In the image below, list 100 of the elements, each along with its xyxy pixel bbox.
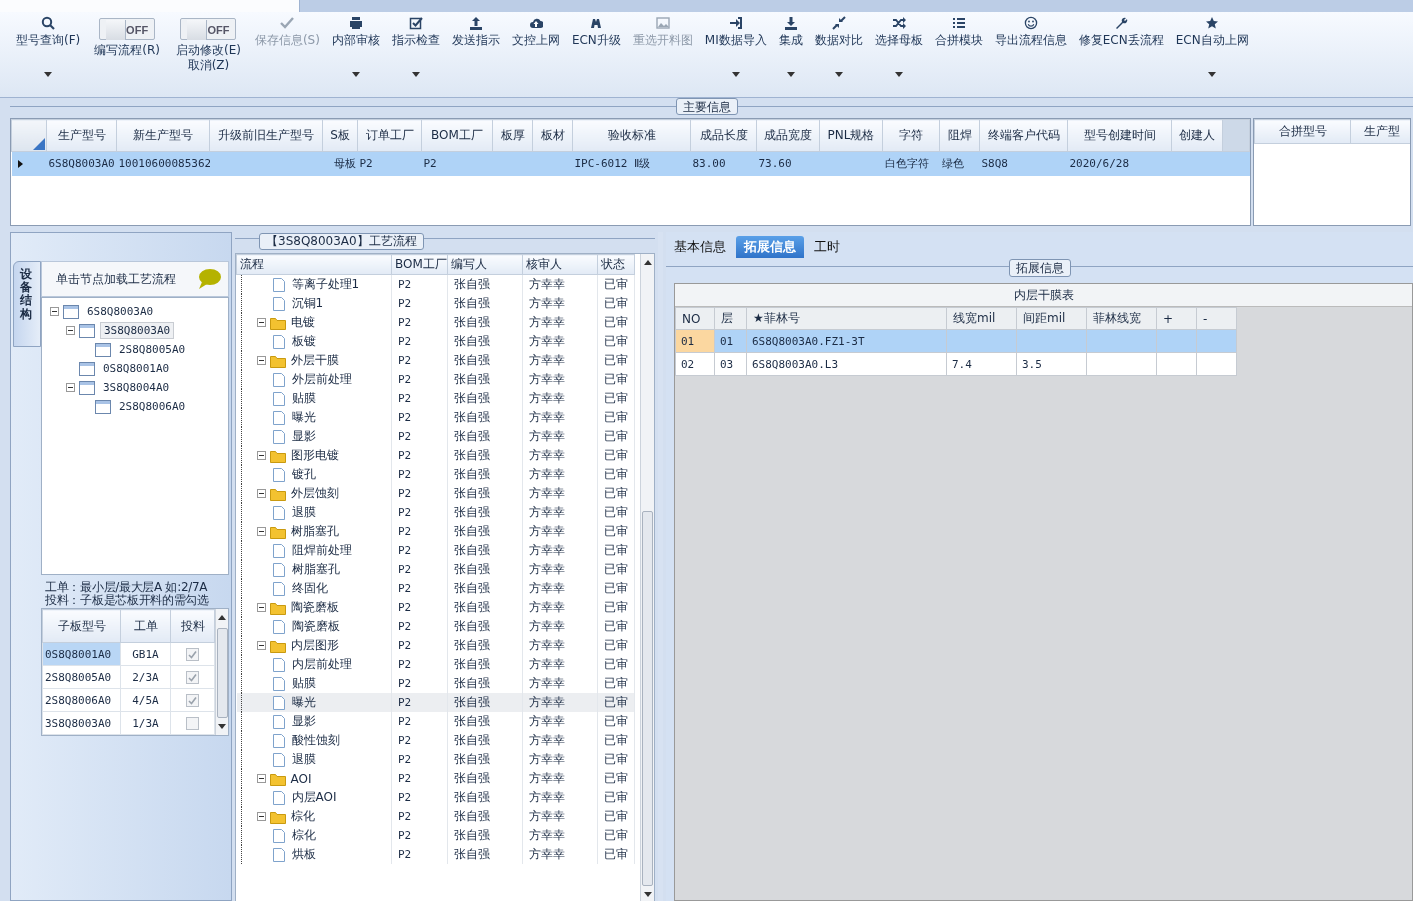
toolbar-button[interactable]: 发送指示 — [445, 12, 506, 97]
process-step[interactable]: 树脂塞孔 — [291, 561, 340, 578]
column-header[interactable]: 状态 — [597, 254, 635, 275]
process-step[interactable]: 曝光 — [291, 694, 316, 711]
process-step[interactable]: 终固化 — [291, 580, 328, 597]
process-step[interactable]: 贴膜 — [291, 390, 316, 407]
column-header[interactable]: ★菲林号 — [746, 307, 947, 330]
column-header[interactable]: S板 — [322, 119, 358, 152]
column-header[interactable]: 新生产型号 — [116, 119, 210, 152]
tab[interactable]: 拓展信息 — [736, 236, 804, 258]
toolbar-button[interactable]: 数据对比 — [808, 12, 869, 97]
expander-icon[interactable] — [256, 356, 266, 365]
process-step[interactable]: 外层干膜 — [290, 352, 339, 369]
toolbar-button[interactable]: 选择母板 — [868, 12, 929, 97]
process-step[interactable]: 烘板 — [291, 846, 316, 863]
toolbar-button[interactable]: 型号查询(F) — [10, 12, 87, 97]
column-header[interactable]: 生产型 — [1350, 119, 1410, 144]
column-header[interactable]: 板材 — [532, 119, 573, 152]
checkbox[interactable] — [186, 670, 199, 684]
tab[interactable]: 工时 — [806, 236, 848, 258]
column-header[interactable]: + — [1156, 307, 1197, 330]
process-step[interactable]: 退膜 — [291, 751, 316, 768]
process-step[interactable]: 沉铜1 — [291, 295, 324, 312]
process-step[interactable]: 贴膜 — [291, 675, 316, 692]
column-header[interactable]: 工单 — [120, 609, 171, 643]
scrollbar[interactable] — [215, 609, 228, 735]
column-header[interactable]: 编写人 — [447, 254, 523, 275]
column-header[interactable]: 字符 — [882, 119, 940, 152]
expander-icon[interactable] — [256, 774, 266, 783]
process-step[interactable]: 镀孔 — [291, 466, 316, 483]
process-step[interactable]: 板镀 — [291, 333, 316, 350]
checkbox[interactable] — [186, 648, 199, 662]
column-header[interactable]: 终端客户代码 — [979, 119, 1068, 152]
process-step[interactable]: 电镀 — [290, 314, 315, 331]
toolbar-button[interactable]: 内部审核 — [325, 12, 386, 97]
process-step[interactable]: 外层蚀刻 — [290, 485, 339, 502]
column-header[interactable]: 间距mil — [1016, 307, 1087, 330]
process-step[interactable]: 酸性蚀刻 — [291, 732, 340, 749]
expander-icon[interactable] — [256, 451, 266, 460]
process-step[interactable]: 外层前处理 — [291, 371, 352, 388]
toolbar-button[interactable]: 集成 — [772, 12, 809, 97]
column-header[interactable]: 型号创建时间 — [1067, 119, 1172, 152]
process-step[interactable]: AOI — [290, 771, 312, 786]
process-step[interactable]: 棕化 — [290, 808, 315, 825]
process-step[interactable]: 陶瓷磨板 — [290, 599, 339, 616]
process-step[interactable]: 退膜 — [291, 504, 316, 521]
expander-icon[interactable] — [256, 812, 266, 821]
process-step[interactable]: 棕化 — [291, 827, 316, 844]
column-header[interactable]: 子板型号 — [42, 609, 121, 643]
column-header[interactable]: 升级前旧生产型号 — [209, 119, 323, 152]
process-step[interactable]: 内层图形 — [290, 637, 339, 654]
expander-icon[interactable] — [256, 527, 266, 536]
toggle-switch[interactable]: OFF — [180, 18, 237, 40]
column-header[interactable]: 核审人 — [522, 254, 598, 275]
column-header[interactable]: NO — [675, 307, 715, 330]
toolbar-button[interactable]: MI数据导入 — [698, 12, 773, 97]
tree-item[interactable]: 3S8Q8004A0 — [100, 380, 173, 395]
expander-icon[interactable] — [256, 641, 266, 650]
toolbar-button[interactable]: 导出流程信息 — [988, 12, 1073, 97]
scrollbar[interactable] — [640, 254, 654, 901]
process-step[interactable]: 显影 — [291, 428, 316, 445]
column-header[interactable]: BOM工厂 — [421, 119, 493, 152]
process-step[interactable]: 图形电镀 — [290, 447, 339, 464]
column-header[interactable]: 合拼型号 — [1254, 119, 1351, 144]
column-header[interactable]: 线宽mil — [946, 307, 1017, 330]
tab[interactable]: 基本信息 — [666, 236, 734, 258]
column-header[interactable]: BOM工厂 — [391, 254, 448, 275]
column-header[interactable]: 成品宽度 — [756, 119, 820, 152]
toolbar-button[interactable]: 文控上网 — [505, 12, 566, 97]
checkbox[interactable] — [186, 716, 199, 730]
column-header[interactable]: 生产型号 — [46, 119, 117, 152]
column-header[interactable]: 投料 — [170, 609, 215, 643]
toolbar-button[interactable]: ECN自动上网 — [1169, 12, 1255, 97]
checkbox[interactable] — [186, 693, 199, 707]
toolbar-button[interactable]: 指示检查 — [385, 12, 446, 97]
expander-icon[interactable] — [256, 318, 266, 327]
expander-icon[interactable] — [66, 326, 75, 335]
process-step[interactable]: 阻焊前处理 — [291, 542, 352, 559]
toolbar-button[interactable]: 合拼模块 — [928, 12, 989, 97]
tree-item[interactable]: 2S8Q8005A0 — [116, 342, 189, 357]
process-step[interactable]: 内层AOI — [291, 789, 337, 806]
expander-icon[interactable] — [256, 489, 266, 498]
expander-icon[interactable] — [66, 383, 75, 392]
process-step[interactable]: 等离子处理1 — [291, 276, 360, 293]
column-header[interactable]: PNL规格 — [819, 119, 883, 152]
process-step[interactable]: 树脂塞孔 — [290, 523, 339, 540]
column-header[interactable]: 流程 — [236, 254, 392, 275]
process-step[interactable]: 曝光 — [291, 409, 316, 426]
column-header[interactable]: 成品长度 — [690, 119, 757, 152]
toggle-switch[interactable]: OFF — [99, 18, 156, 40]
column-header[interactable]: 创建人 — [1171, 119, 1223, 152]
toolbar-button[interactable]: 修复ECN丢流程 — [1072, 12, 1170, 97]
column-header[interactable]: 验收标准 — [572, 119, 691, 152]
expander-icon[interactable] — [256, 603, 266, 612]
tree-item[interactable]: 6S8Q8003A0 — [84, 304, 157, 319]
tree-item[interactable]: 2S8Q8006A0 — [116, 399, 189, 414]
process-step[interactable]: 显影 — [291, 713, 316, 730]
column-header[interactable]: - — [1196, 307, 1237, 330]
tree-item[interactable]: 0S8Q8001A0 — [100, 361, 173, 376]
column-header[interactable]: 订单工厂 — [357, 119, 422, 152]
